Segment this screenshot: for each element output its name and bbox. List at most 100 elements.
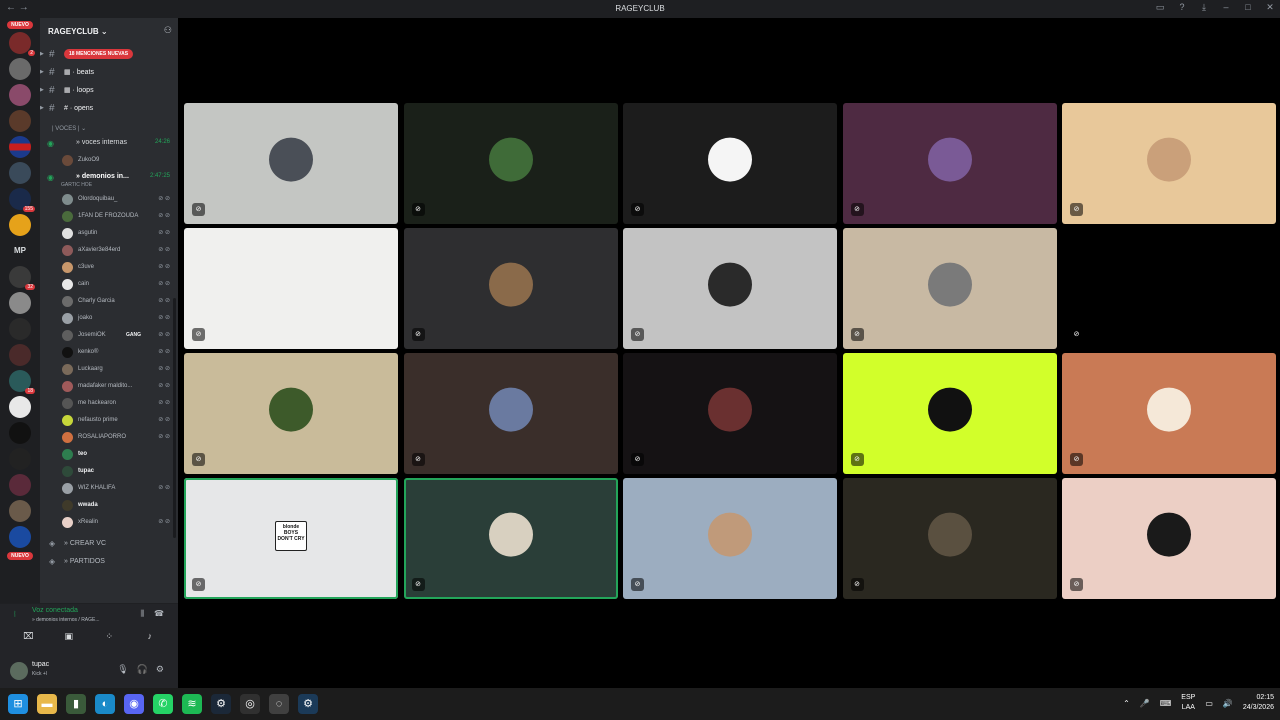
voice-member[interactable]: cain ⊘ ⊘ [40, 276, 178, 293]
voice-member[interactable]: xRealin ⊘ ⊘ [40, 514, 178, 531]
server-icon[interactable] [9, 500, 31, 522]
server-icon[interactable] [9, 422, 31, 444]
clock[interactable]: 02:15 24/3/2026 [1243, 693, 1274, 713]
spotify-icon[interactable]: ≋ [182, 694, 202, 714]
app-icon[interactable]: ◌ [269, 694, 289, 714]
inbox-icon[interactable]: ▭ [1154, 2, 1166, 13]
participant-tile[interactable]: blonde BOYS DON'T CRY ⊘ [184, 478, 398, 599]
participant-tile[interactable]: ⊘ [184, 228, 398, 349]
voice-channel-internas[interactable]: ◉ » voces internas 24:26 [40, 135, 178, 152]
voice-member[interactable]: WIZ KHALIFA ⊘ ⊘ [40, 480, 178, 497]
windows-start-icon[interactable]: ⊞ [8, 694, 28, 714]
server-icon[interactable] [9, 448, 31, 470]
participant-tile[interactable]: ⊘ [1062, 478, 1276, 599]
voice-member[interactable]: joako ⊘ ⊘ [40, 310, 178, 327]
server-icon[interactable] [9, 214, 31, 236]
server-icon[interactable]: 32 [9, 266, 35, 290]
participant-tile[interactable]: ⊘ [184, 353, 398, 474]
voice-member[interactable]: aXavier3e84erd ⊘ ⊘ [40, 242, 178, 259]
participant-tile[interactable]: ⊘ [623, 228, 837, 349]
voice-member[interactable]: JosemiOK GANG ⊘ ⊘ [40, 327, 178, 344]
participant-tile[interactable]: ⊘ [623, 353, 837, 474]
participant-tile[interactable]: ⊘ [1062, 353, 1276, 474]
voice-member[interactable]: c3uve ⊘ ⊘ [40, 259, 178, 276]
server-icon-mp[interactable]: MP [9, 240, 31, 262]
voice-status[interactable]: Voz conectada [32, 607, 78, 614]
download-icon[interactable]: ⤓ [1198, 2, 1210, 13]
category-voces[interactable]: | VOCES | ⌄ [40, 121, 178, 135]
server-header[interactable]: RAGEYCLUB ⌄ ⚇ [40, 18, 178, 44]
network-icon[interactable]: ▭ [1205, 699, 1213, 708]
participant-tile[interactable]: ⊘ [403, 103, 618, 224]
edge-icon[interactable]: ◐ [95, 694, 115, 714]
voice-member[interactable]: teo [40, 446, 178, 463]
noise-suppression-icon[interactable]: ⫼ [140, 609, 144, 619]
voice-member[interactable]: madafaker maldito... ⊘ ⊘ [40, 378, 178, 395]
server-icon[interactable]: 2 [9, 32, 35, 56]
whatsapp-icon[interactable]: ✆ [153, 694, 173, 714]
server-icon[interactable] [9, 344, 31, 366]
add-member-icon[interactable]: ⚇ [164, 25, 172, 36]
headphones-icon[interactable]: 🎧 [137, 664, 148, 675]
voice-member[interactable]: Charly Garcia ⊘ ⊘ [40, 293, 178, 310]
voice-channel-demonios[interactable]: ◉ » demonios in... 2:47:25 GARTIC HOE [40, 169, 178, 191]
participant-tile[interactable]: ⊘ [842, 103, 1057, 224]
voice-member[interactable]: ZukoO9 [40, 152, 178, 169]
file-explorer-icon[interactable]: ▬ [37, 694, 57, 714]
voice-member[interactable]: Olordoquibau_ ⊘ ⊘ [40, 191, 178, 208]
obs-icon[interactable]: ◎ [240, 694, 260, 714]
voice-member[interactable]: me hackearon ⊘ ⊘ [40, 395, 178, 412]
microphone-icon[interactable]: 🎤 [1140, 699, 1150, 708]
voice-member[interactable]: asgutin ⊘ ⊘ [40, 225, 178, 242]
channel-partidos[interactable]: ◈ » PARTIDOS [40, 552, 178, 570]
chevron-up-icon[interactable]: ⌃ [1123, 699, 1130, 708]
participant-tile[interactable]: ⊘ [403, 228, 618, 349]
microphone-icon[interactable]: 🎙 [117, 664, 128, 675]
voice-member[interactable]: tupac [40, 463, 178, 480]
avatar[interactable] [10, 662, 28, 680]
voice-location[interactable]: » demonios internos / RAGE... [32, 617, 100, 623]
server-icon[interactable] [9, 526, 31, 548]
channel-crear-vc[interactable]: ◈ » CREAR VC [40, 534, 178, 552]
voice-member[interactable]: Luckaarg ⊘ ⊘ [40, 361, 178, 378]
discord-icon[interactable]: ◉ [124, 694, 144, 714]
server-icon[interactable] [9, 292, 31, 314]
participant-tile[interactable]: ⊘ [623, 103, 837, 224]
server-icon[interactable] [9, 396, 31, 418]
server-icon[interactable] [9, 58, 31, 80]
voice-member[interactable]: 1FAN DE FROZOUDA ⊘ ⊘ [40, 208, 178, 225]
participant-tile[interactable]: ⊘ [842, 478, 1057, 599]
signal-icon[interactable]: ⦚ [14, 610, 16, 620]
channel-beats[interactable]: ▶ # ▦ · beats [40, 63, 178, 81]
voice-member[interactable]: wwada [40, 497, 178, 514]
keyboard-icon[interactable]: ⌨ [1160, 699, 1172, 708]
channel-opens[interactable]: ▶ # # · opens [40, 99, 178, 117]
participant-tile[interactable]: ⊘ [1062, 228, 1276, 349]
participant-tile[interactable]: ⊘ [623, 478, 837, 599]
participant-tile[interactable]: ⊘ [842, 228, 1057, 349]
server-icon[interactable]: 155 [9, 188, 35, 212]
steam-icon[interactable]: ⚙ [298, 694, 318, 714]
server-icon[interactable]: 18 [9, 370, 35, 394]
app-icon[interactable]: ▮ [66, 694, 86, 714]
mentions-badge[interactable]: 18 MENCIONES NUEVAS [64, 49, 134, 59]
camera-icon[interactable]: ⌧ [13, 631, 43, 642]
sidebar-scrollbar[interactable] [173, 298, 176, 538]
server-icon[interactable] [9, 474, 31, 496]
server-icon[interactable] [9, 84, 31, 106]
participant-tile[interactable]: ⊘ [184, 103, 398, 224]
maximize-icon[interactable]: □ [1242, 2, 1254, 13]
volume-icon[interactable]: 🔊 [1223, 699, 1233, 708]
help-icon[interactable]: ? [1176, 2, 1188, 13]
participant-tile[interactable]: ⊘ [1062, 103, 1276, 224]
minimize-icon[interactable]: – [1220, 2, 1232, 13]
channel-loops[interactable]: ▶ # ▦ · loops [40, 81, 178, 99]
username[interactable]: tupac [32, 661, 49, 668]
server-icon[interactable] [9, 136, 31, 158]
participant-tile[interactable]: ⊘ [842, 353, 1057, 474]
voice-member[interactable]: nefausto prime ⊘ ⊘ [40, 412, 178, 429]
steam-icon[interactable]: ⚙ [211, 694, 231, 714]
voice-member[interactable]: ROSALIAPORRO ⊘ ⊘ [40, 429, 178, 446]
disconnect-icon[interactable]: ☎ [154, 609, 164, 619]
voice-member[interactable]: kenko® ⊘ ⊘ [40, 344, 178, 361]
